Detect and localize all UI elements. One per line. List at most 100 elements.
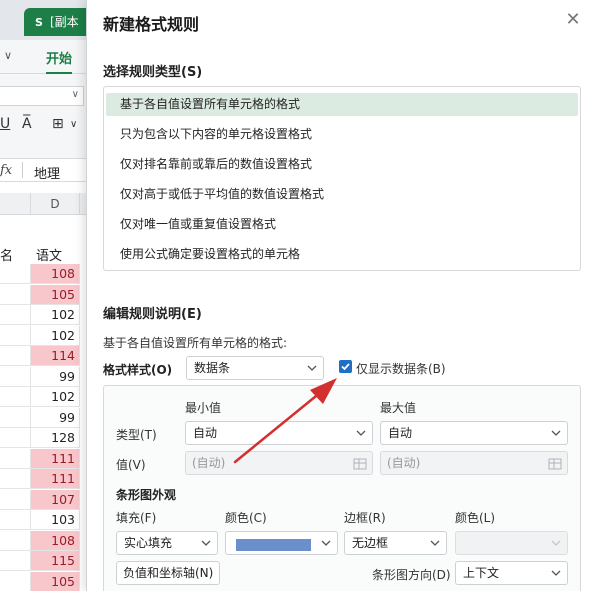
document-tab[interactable]: S [副本 <box>24 8 94 36</box>
cell[interactable] <box>0 367 30 387</box>
spreadsheet-background: S [副本 ∨ 开始 ∨ U A̅ ⊞ ∨ fx 地理 D 名 语文 108 105… <box>0 0 94 591</box>
format-style-select[interactable]: 数据条 <box>186 356 324 380</box>
cell[interactable] <box>0 449 30 469</box>
chevron-down-icon[interactable]: ∨ <box>70 119 77 130</box>
max-value-placeholder: (自动) <box>387 456 421 470</box>
range-picker-icon[interactable] <box>548 456 562 470</box>
table-row: 111 <box>0 448 86 469</box>
cell-value[interactable]: 115 <box>30 551 80 571</box>
max-label: 最大值 <box>380 401 417 415</box>
show-bar-only-label[interactable]: 仅显示数据条(B) <box>356 360 446 377</box>
rule-type-item[interactable]: 只为包含以下内容的单元格设置格式 <box>106 123 578 146</box>
rule-type-item[interactable]: 仅对高于或低于平均值的数值设置格式 <box>106 183 578 206</box>
border-value: 无边框 <box>352 536 389 550</box>
underline-icon[interactable]: U <box>0 116 10 132</box>
chevron-down-icon <box>551 568 561 578</box>
close-icon[interactable]: ✕ <box>563 10 583 30</box>
table-header-row: 名 语文 <box>0 244 86 264</box>
chevron-down-icon: ∨ <box>71 89 79 100</box>
table-row: 111 <box>0 469 86 489</box>
header-name-partial[interactable]: 名 <box>0 245 13 264</box>
table-row: 108 <box>0 530 86 551</box>
rule-type-item[interactable]: 基于各自值设置所有单元格的格式 <box>106 93 578 116</box>
cell-value[interactable]: 102 <box>30 305 80 325</box>
value-label: 值(V) <box>116 458 146 472</box>
show-bar-only-checkbox[interactable] <box>339 360 352 373</box>
range-picker-icon[interactable] <box>353 456 367 470</box>
cell-value[interactable]: 102 <box>30 387 80 407</box>
cell[interactable] <box>0 387 30 407</box>
cell[interactable] <box>0 531 30 551</box>
border-select[interactable]: 无边框 <box>344 531 447 555</box>
font-color-icon[interactable]: A̅ <box>22 116 32 132</box>
chevron-down-icon <box>356 428 366 438</box>
max-type-value: 自动 <box>388 426 413 440</box>
cell-value[interactable]: 102 <box>30 325 80 346</box>
table-row: 105 <box>0 571 86 591</box>
table-row: 99 <box>0 407 86 428</box>
cell[interactable] <box>0 572 30 591</box>
cell-value[interactable]: 103 <box>30 510 80 530</box>
min-value-input[interactable]: (自动) <box>185 451 373 475</box>
cell-value[interactable]: 108 <box>30 530 80 551</box>
fill-select[interactable]: 实心填充 <box>116 531 218 555</box>
min-type-value: 自动 <box>193 426 218 440</box>
min-type-select[interactable]: 自动 <box>185 421 373 445</box>
type-label: 类型(T) <box>116 428 157 442</box>
cell-value[interactable]: 105 <box>30 571 80 591</box>
fx-icon[interactable]: fx <box>0 163 12 178</box>
table-row: 99 <box>0 366 86 387</box>
cell-value[interactable]: 99 <box>30 366 80 387</box>
negative-axis-button[interactable]: 负值和坐标轴(N) <box>116 561 221 585</box>
cell[interactable] <box>0 490 30 510</box>
rule-type-list: 基于各自值设置所有单元格的格式 只为包含以下内容的单元格设置格式 仅对排名靠前或… <box>103 86 581 271</box>
column-header-d[interactable]: D <box>30 193 80 215</box>
chevron-down-icon[interactable]: ∨ <box>4 49 12 62</box>
chevron-down-icon <box>307 363 317 373</box>
cell[interactable] <box>0 551 30 571</box>
cell-value[interactable]: 114 <box>30 346 80 366</box>
rule-type-item[interactable]: 使用公式确定要设置格式的单元格 <box>106 243 578 266</box>
cell[interactable] <box>0 428 30 448</box>
border-color-select <box>455 531 568 555</box>
chevron-down-icon <box>551 428 561 438</box>
direction-select[interactable]: 上下文 <box>455 561 568 585</box>
min-label: 最小值 <box>185 401 222 415</box>
new-format-rule-dialog: 新建格式规则 ✕ 选择规则类型(S) 基于各自值设置所有单元格的格式 只为包含以… <box>86 0 597 591</box>
cell[interactable] <box>0 285 30 305</box>
table-row: 103 <box>0 510 86 530</box>
formula-value[interactable]: 地理 <box>34 163 60 182</box>
cell[interactable] <box>0 469 30 489</box>
border-icon[interactable]: ⊞ <box>52 116 64 132</box>
max-type-select[interactable]: 自动 <box>380 421 568 445</box>
rule-type-item[interactable]: 仅对唯一值或重复值设置格式 <box>106 213 578 236</box>
tab-start[interactable]: 开始 <box>46 48 73 74</box>
color-label: 颜色(C) <box>225 511 267 525</box>
cell[interactable] <box>0 510 30 530</box>
font-size-select[interactable]: ∨ <box>0 86 84 106</box>
table-row: 102 <box>0 305 86 325</box>
spreadsheet-logo-icon: S <box>35 16 43 29</box>
table-row: 102 <box>0 387 86 407</box>
table-row: 107 <box>0 489 86 510</box>
cell-value[interactable]: 111 <box>30 469 80 489</box>
cell-value[interactable]: 99 <box>30 407 80 428</box>
data-bar-settings-panel: 最小值 最大值 类型(T) 自动 自动 值(V) (自动) (自动) 条形图外观… <box>103 385 581 591</box>
cell-value[interactable]: 107 <box>30 489 80 510</box>
cell[interactable] <box>0 408 30 428</box>
max-value-input[interactable]: (自动) <box>380 451 568 475</box>
header-chinese[interactable]: 语文 <box>36 245 62 264</box>
rule-type-item[interactable]: 仅对排名靠前或靠后的数值设置格式 <box>106 153 578 176</box>
cell[interactable] <box>0 346 30 366</box>
cell-value[interactable]: 105 <box>30 284 80 305</box>
table-row: 115 <box>0 551 86 571</box>
chevron-down-icon <box>551 538 561 548</box>
cell[interactable] <box>0 326 30 346</box>
cell-value[interactable]: 128 <box>30 428 80 448</box>
cell-value[interactable]: 108 <box>30 264 80 284</box>
cell-value[interactable]: 111 <box>30 448 80 469</box>
cell[interactable] <box>0 264 30 284</box>
min-value-placeholder: (自动) <box>192 456 226 470</box>
bar-color-select[interactable] <box>225 531 338 555</box>
cell[interactable] <box>0 305 30 325</box>
